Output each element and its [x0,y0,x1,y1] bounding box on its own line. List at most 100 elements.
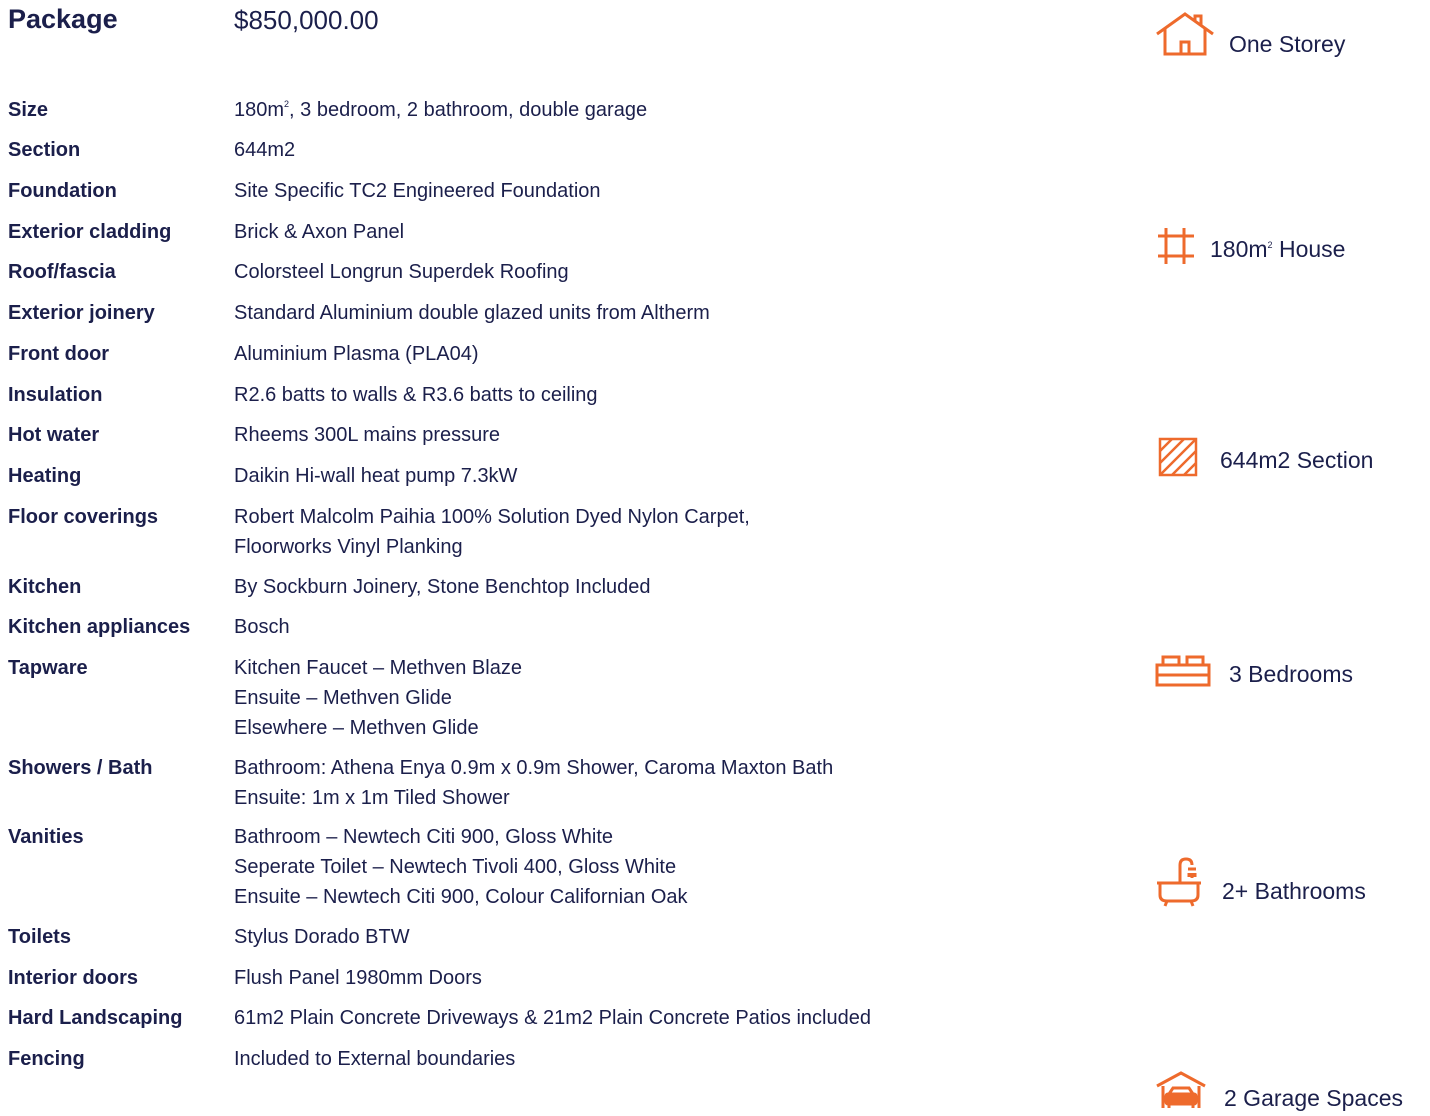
spec-row: Hot water Rheems 300L mains pressure [8,420,1008,450]
section-hatch-icon [1158,437,1198,483]
spec-row: Kitchen By Sockburn Joinery, Stone Bencht… [8,572,1008,602]
spec-label: Tapware [8,657,88,679]
spec-value: Kitchen Faucet – Methven Blaze Ensuite – … [234,653,1008,743]
spec-value: Site Specific TC2 Engineered Foundation [234,176,1008,206]
spec-value-line: 180m2, 3 bedroom, 2 bathroom, double gar… [234,99,648,121]
spec-value-line: Bosch [234,616,290,638]
spec-value: R2.6 batts to walls & R3.6 batts to ceil… [234,380,1008,410]
spec-value: Included to External boundaries [234,1044,1008,1074]
spec-value-line: By Sockburn Joinery, Stone Benchtop Incl… [234,576,651,598]
spec-label: Roof/fascia [8,261,116,283]
spec-label: Hot water [8,424,100,446]
spec-label: Interior doors [8,967,139,989]
feature-bathrooms: 2+ Bathrooms [1155,857,1366,913]
spec-row: Toilets Stylus Dorado BTW [8,922,1008,952]
spec-row: Fencing Included to External boundaries [8,1044,1008,1074]
feature-section-size: 644m2 Section [1158,437,1373,483]
spec-row: Foundation Site Specific TC2 Engineered F… [8,176,1008,206]
spec-value-line: Flush Panel 1980mm Doors [234,967,482,989]
spec-value-line: Standard Aluminium double glazed units f… [234,302,710,324]
spec-value-line: Included to External boundaries [234,1048,516,1070]
floor-area-icon [1156,226,1196,272]
spec-value: 180m2, 3 bedroom, 2 bathroom, double gar… [234,95,1008,125]
spec-label: Exterior joinery [8,302,155,324]
feature-label: 2 Garage Spaces [1224,1084,1404,1111]
spec-value: Daikin Hi-wall heat pump 7.3kW [234,461,1008,491]
spec-value: Stylus Dorado BTW [234,922,1008,952]
spec-row: Insulation R2.6 batts to walls & R3.6 bat… [8,380,1008,410]
spec-row: Section 644m2 [8,135,1008,165]
spec-value: Standard Aluminium double glazed units f… [234,298,1008,328]
spec-label: Foundation [8,180,117,202]
spec-value-line: Brick & Axon Panel [234,221,405,243]
spec-value: Brick & Axon Panel [234,217,1008,247]
spec-label: Hard Landscaping [8,1007,183,1029]
feature-label: One Storey [1229,30,1346,57]
spec-row: Size 180m2, 3 bedroom, 2 bathroom, double… [8,95,1008,125]
feature-label: 644m2 Section [1220,446,1374,473]
spec-value: Aluminium Plasma (PLA04) [234,339,1008,369]
spec-value-line: R2.6 batts to walls & R3.6 batts to ceil… [234,384,598,406]
spec-value-line: Elsewhere – Methven Glide [234,717,479,739]
spec-row: Exterior cladding Brick & Axon Panel [8,217,1008,247]
spec-row: Interior doors Flush Panel 1980mm Doors [8,963,1008,993]
spec-label: Insulation [8,384,103,406]
spec-label: Showers / Bath [8,757,153,779]
spec-value-line: Kitchen Faucet – Methven Blaze [234,657,522,679]
spec-value: Bathroom: Athena Enya 0.9m x 0.9m Shower… [234,753,1008,813]
garage-car-icon [1155,1070,1207,1116]
spec-value: Bathroom – Newtech Citi 900, Gloss White… [234,822,1008,912]
feature-garage: 2 Garage Spaces [1155,1070,1403,1116]
spec-value-line: Bathroom – Newtech Citi 900, Gloss White [234,826,614,848]
spec-label: Floor coverings [8,506,159,528]
feature-label: 2+ Bathrooms [1222,877,1366,904]
spec-label: Front door [8,343,110,365]
spec-value: 61m2 Plain Concrete Driveways & 21m2 Pla… [234,1003,1008,1033]
spec-row: Tapware Kitchen Faucet – Methven Blaze Ens… [8,653,1008,743]
spec-value-line: Ensuite – Methven Glide [234,687,452,709]
spec-label: Size [8,99,49,121]
spec-row: Kitchen appliances Bosch [8,612,1008,642]
spec-label: Heating [8,465,82,487]
spec-value-line: Stylus Dorado BTW [234,926,410,948]
spec-value: Robert Malcolm Paihia 100% Solution Dyed… [234,502,1008,562]
spec-row: Hard Landscaping 61m2 Plain Concrete Driv… [8,1003,1008,1033]
spec-value-line: Floorworks Vinyl Planking [234,536,463,558]
spec-label: Exterior cladding [8,221,172,243]
spec-value-line: 61m2 Plain Concrete Driveways & 21m2 Pla… [234,1007,871,1029]
spec-label: Kitchen appliances [8,616,191,638]
spec-row: Showers / Bath Bathroom: Athena Enya 0.9m… [8,753,1008,813]
spec-value-line: Site Specific TC2 Engineered Foundation [234,180,601,202]
spec-value-line: Ensuite: 1m x 1m Tiled Shower [234,787,510,809]
spec-value-line: Robert Malcolm Paihia 100% Solution Dyed… [234,506,750,528]
feature-one-storey: One Storey [1155,12,1345,62]
spec-label: Vanities [8,826,84,848]
spec-value-line: Aluminium Plasma (PLA04) [234,343,479,365]
spec-value: Rheems 300L mains pressure [234,420,1008,450]
spec-value: 644m2 [234,135,1008,165]
spec-value: Flush Panel 1980mm Doors [234,963,1008,993]
spec-value: Colorsteel Longrun Superdek Roofing [234,257,1008,287]
spec-value: By Sockburn Joinery, Stone Benchtop Incl… [234,572,1008,602]
spec-value-line: Ensuite – Newtech Citi 900, Colour Calif… [234,886,688,908]
spec-table: Size 180m2, 3 bedroom, 2 bathroom, double… [8,0,1008,1111]
spec-row: Floor coverings Robert Malcolm Paihia 100… [8,502,1008,562]
spec-value-line: Seperate Toilet – Newtech Tivoli 400, Gl… [234,856,677,878]
spec-label: Kitchen [8,576,82,598]
feature-bedrooms: 3 Bedrooms [1155,653,1353,695]
spec-value-line: Bathroom: Athena Enya 0.9m x 0.9m Shower… [234,757,834,779]
house-icon [1155,12,1215,62]
spec-value-line: Rheems 300L mains pressure [234,424,501,446]
spec-value: Bosch [234,612,1008,642]
feature-house-size: 180m2 House [1156,226,1345,272]
spec-value-line: 644m2 [234,139,296,161]
bath-icon [1155,857,1205,913]
feature-label: 3 Bedrooms [1229,660,1354,687]
spec-row: Exterior joinery Standard Aluminium doubl… [8,298,1008,328]
spec-row: Front door Aluminium Plasma (PLA04) [8,339,1008,369]
spec-row: Roof/fascia Colorsteel Longrun Superdek R… [8,257,1008,287]
bed-icon [1155,653,1211,695]
spec-row: Vanities Bathroom – Newtech Citi 900, Glo… [8,822,1008,912]
feature-label: 180m2 House [1210,235,1346,262]
spec-value-line: Daikin Hi-wall heat pump 7.3kW [234,465,518,487]
